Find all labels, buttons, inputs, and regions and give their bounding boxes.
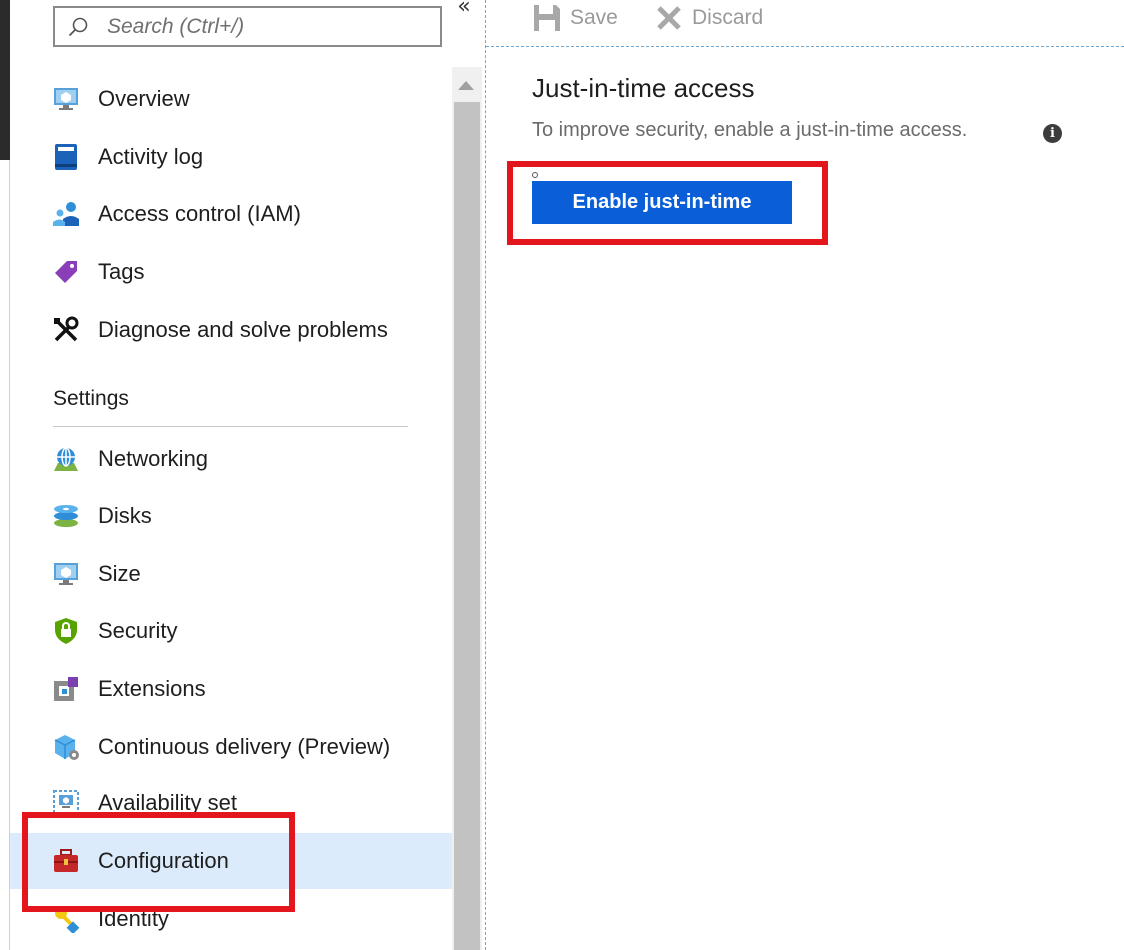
sidebar-item-label: Continuous delivery (Preview): [98, 734, 391, 759]
settings-divider: [53, 426, 408, 427]
collapse-menu-button[interactable]: «: [453, 0, 475, 22]
sidebar-item-label: Networking: [98, 446, 209, 471]
window-edge: [0, 0, 10, 950]
disks-icon: [52, 502, 80, 530]
page-title: Just-in-time access: [532, 73, 755, 103]
sidebar-item-label: Overview: [98, 86, 190, 111]
vm-monitor-icon: [52, 85, 80, 113]
sidebar-item-label: Tags: [98, 259, 145, 284]
highlight-box-configuration: [22, 812, 295, 912]
save-label: Save: [570, 6, 618, 29]
sidebar-item-networking[interactable]: Networking: [10, 431, 452, 487]
save-button[interactable]: Save: [532, 0, 618, 36]
scrollbar-thumb[interactable]: [454, 102, 480, 950]
sidebar-item-continuous-delivery[interactable]: Continuous delivery (Preview): [10, 719, 452, 775]
sidebar-item-diagnose[interactable]: Diagnose and solve problems: [10, 302, 452, 358]
sidebar-item-label: Security: [98, 618, 178, 643]
iam-users-icon: [52, 200, 80, 228]
discard-button[interactable]: Discard: [654, 0, 763, 36]
sidebar-item-label: Extensions: [98, 676, 206, 701]
search-icon: [68, 17, 88, 37]
sidebar-item-label: Access control (IAM): [98, 201, 301, 226]
discard-label: Discard: [692, 6, 764, 29]
sidebar-item-activity-log[interactable]: Activity log: [10, 129, 452, 185]
search-box[interactable]: [53, 6, 442, 47]
tag-icon: [52, 258, 80, 286]
save-disk-icon: [532, 3, 562, 33]
shield-lock-icon: [52, 617, 80, 645]
sidebar-item-label: Activity log: [98, 144, 204, 169]
vm-monitor-icon: [52, 560, 80, 588]
pane-divider: [485, 0, 486, 950]
sidebar-item-label: Diagnose and solve problems: [98, 317, 388, 342]
command-bar: Save Discard: [486, 0, 1124, 47]
search-input[interactable]: [107, 13, 427, 41]
close-x-icon: [654, 3, 684, 33]
sidebar-item-label: Size: [98, 561, 141, 586]
info-icon[interactable]: i: [1043, 124, 1062, 143]
sidebar-item-security[interactable]: Security: [10, 603, 452, 659]
continuous-delivery-icon: [52, 733, 80, 761]
settings-section-title: Settings: [53, 387, 129, 410]
tools-icon: [52, 316, 80, 344]
sidebar-item-disks[interactable]: Disks: [10, 488, 452, 544]
sidebar-scrollbar[interactable]: [452, 67, 482, 950]
extensions-icon: [52, 675, 80, 703]
sidebar-item-tags[interactable]: Tags: [10, 244, 452, 300]
sidebar-item-label: Disks: [98, 503, 152, 528]
sidebar-item-overview[interactable]: Overview: [10, 71, 452, 127]
scroll-up-arrow-icon[interactable]: [458, 81, 474, 90]
window-edge-dark: [0, 0, 10, 160]
highlight-box-enable: [507, 161, 828, 245]
activity-log-icon: [52, 143, 80, 171]
sidebar-item-access-control[interactable]: Access control (IAM): [10, 186, 452, 242]
sidebar-item-size[interactable]: Size: [10, 546, 452, 602]
sidebar-item-extensions[interactable]: Extensions: [10, 661, 452, 717]
network-globe-icon: [52, 445, 80, 473]
page-description: To improve security, enable a just-in-ti…: [532, 119, 968, 141]
